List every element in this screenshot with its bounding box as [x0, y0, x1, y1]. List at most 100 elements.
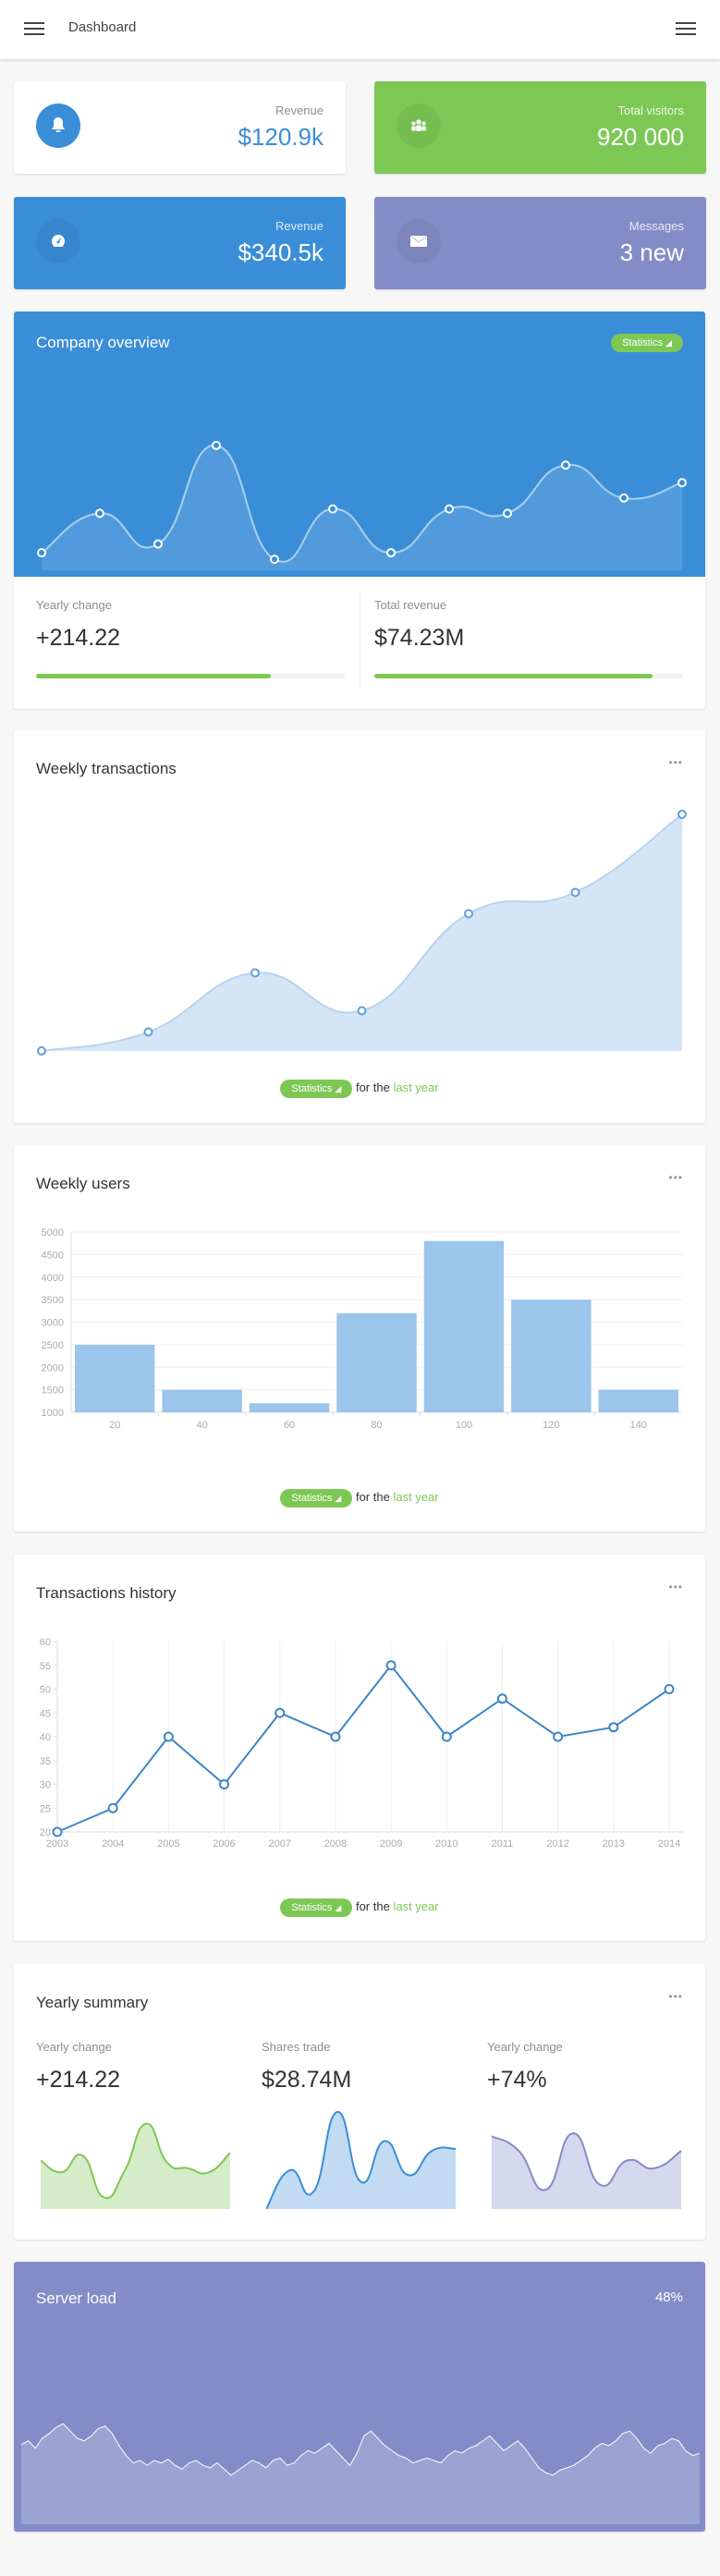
- dashboard-gauge-icon: [36, 219, 80, 263]
- stat-value: 920 000: [597, 123, 684, 151]
- stat-label: Total visitors: [617, 104, 684, 117]
- summary-label: Shares trade: [262, 2040, 331, 2054]
- data-point: [386, 548, 396, 558]
- y-tick-label: 3500: [42, 1295, 64, 1306]
- x-tick-label: 2014: [658, 1838, 680, 1850]
- x-tick-label: 2011: [492, 1838, 514, 1850]
- stat-card-revenue[interactable]: Revenue $120.9k: [14, 81, 346, 174]
- data-point: [153, 539, 163, 549]
- data-point: [143, 1027, 153, 1037]
- weekly-transactions-card: Weekly transactions ••• Statistics ◢ for …: [14, 730, 705, 1123]
- total-revenue-value: $74.23M: [374, 625, 465, 651]
- yearly-change-percent-sparkline: [492, 2132, 682, 2209]
- data-point: [250, 968, 260, 978]
- statistics-badge[interactable]: Statistics ◢: [280, 1489, 353, 1508]
- company-overview-chart: [37, 440, 687, 570]
- y-tick-label: 45: [40, 1708, 51, 1719]
- y-tick-label: 4500: [42, 1250, 64, 1261]
- signal-bars-icon: ◢: [335, 1903, 342, 1912]
- weekly-users-chart: 1000 1500 2000 2500 3000 3500 4000 4500 5000 20 40…: [42, 1227, 682, 1431]
- more-options-icon[interactable]: •••: [668, 1581, 683, 1593]
- data-point: [37, 548, 46, 558]
- y-tick-label: 35: [40, 1756, 51, 1767]
- bar: [511, 1300, 592, 1412]
- footer-link[interactable]: last year: [393, 1899, 438, 1913]
- data-point: [553, 1731, 564, 1742]
- data-point: [95, 508, 104, 519]
- data-point: [496, 1693, 507, 1704]
- statistics-badge[interactable]: Statistics ◢: [280, 1898, 353, 1917]
- area-fill: [492, 2133, 681, 2209]
- y-tick-label: 1500: [42, 1386, 64, 1397]
- more-options-icon[interactable]: •••: [668, 1990, 683, 2003]
- data-point: [270, 555, 279, 565]
- hamburger-menu-right-icon[interactable]: [676, 20, 698, 37]
- yearly-change-sparkline: [41, 2122, 231, 2209]
- server-load-chart: [20, 2423, 701, 2524]
- summary-item: Yearly change +74%: [487, 2040, 681, 2094]
- x-tick-label: 2004: [102, 1838, 124, 1850]
- x-tick-label: 140: [630, 1420, 647, 1431]
- series-line: [56, 1664, 670, 1833]
- footer-link[interactable]: last year: [393, 1080, 438, 1094]
- x-tick-label: 2012: [546, 1838, 568, 1850]
- card-title: Weekly users: [36, 1175, 130, 1192]
- data-point: [445, 504, 454, 514]
- signal-bars-icon: ◢: [335, 1494, 342, 1503]
- y-tick-label: 60: [40, 1637, 51, 1648]
- y-tick-label: 25: [40, 1803, 51, 1814]
- more-options-icon[interactable]: •••: [668, 756, 683, 769]
- card-title: Weekly transactions: [36, 760, 177, 777]
- summary-value: +74%: [487, 2067, 547, 2093]
- footer-link[interactable]: last year: [393, 1490, 438, 1504]
- statistics-badge[interactable]: Statistics ◢: [280, 1080, 353, 1098]
- envelope-icon: [397, 219, 441, 263]
- y-tick-label: 40: [40, 1732, 51, 1743]
- stat-card-revenue-2[interactable]: Revenue $340.5k: [14, 197, 346, 289]
- data-point: [619, 493, 628, 503]
- y-tick-label: 1000: [42, 1408, 64, 1419]
- data-point: [385, 1660, 397, 1671]
- yearly-change-block: Yearly change +214.22: [36, 598, 345, 678]
- y-tick-label: 2000: [42, 1362, 64, 1373]
- hamburger-menu-left-icon[interactable]: [24, 20, 46, 37]
- data-point: [107, 1802, 118, 1813]
- card-title: Transactions history: [36, 1584, 177, 1602]
- weekly-users-card: Weekly users ••• 1000 1500 2000 2500 3000 350…: [14, 1145, 705, 1532]
- area-fill: [21, 2423, 700, 2524]
- bar: [162, 1389, 242, 1412]
- transactions-history-card: Transactions history ••• 20 25 30 35 40 45 50 5…: [14, 1555, 705, 1941]
- y-tick-label: 2500: [42, 1340, 64, 1351]
- y-tick-label: 3000: [42, 1318, 64, 1329]
- data-point: [677, 810, 687, 819]
- y-tick-label: 5000: [42, 1227, 64, 1239]
- more-options-icon[interactable]: •••: [668, 1171, 683, 1184]
- stat-value: $340.5k: [238, 238, 323, 266]
- x-tick-label: 80: [371, 1420, 382, 1431]
- chart-footer: Statistics ◢ for the last year: [14, 1898, 705, 1917]
- y-tick-label: 55: [40, 1661, 51, 1672]
- stat-value: $120.9k: [238, 123, 323, 151]
- yearly-change-progress: [36, 674, 345, 678]
- y-tick-label: 50: [40, 1685, 51, 1696]
- x-tick-label: 60: [284, 1420, 295, 1431]
- summary-value: +214.22: [36, 2067, 121, 2093]
- x-tick-label: 2009: [380, 1838, 402, 1850]
- data-point: [275, 1707, 286, 1718]
- area-fill: [42, 814, 682, 1051]
- stat-card-messages[interactable]: Messages 3 new: [374, 197, 706, 289]
- badge-label: Statistics: [291, 1902, 333, 1913]
- chart-footer: Statistics ◢ for the last year: [14, 1489, 705, 1508]
- yearly-change-value: +214.22: [36, 625, 121, 651]
- stat-card-total-visitors[interactable]: Total visitors 920 000: [374, 81, 706, 174]
- total-revenue-label: Total revenue: [374, 598, 447, 612]
- yearly-summary-card: Yearly summary ••• Yearly change +214.22…: [14, 1964, 705, 2240]
- bar: [336, 1312, 417, 1412]
- data-point: [608, 1722, 619, 1733]
- summary-label: Yearly change: [487, 2040, 563, 2054]
- chart-footer: Statistics ◢ for the last year: [14, 1080, 705, 1098]
- data-point: [664, 1684, 675, 1694]
- footer-text: for the: [355, 1899, 390, 1913]
- x-tick-label: 2008: [324, 1838, 347, 1850]
- bar: [249, 1403, 330, 1412]
